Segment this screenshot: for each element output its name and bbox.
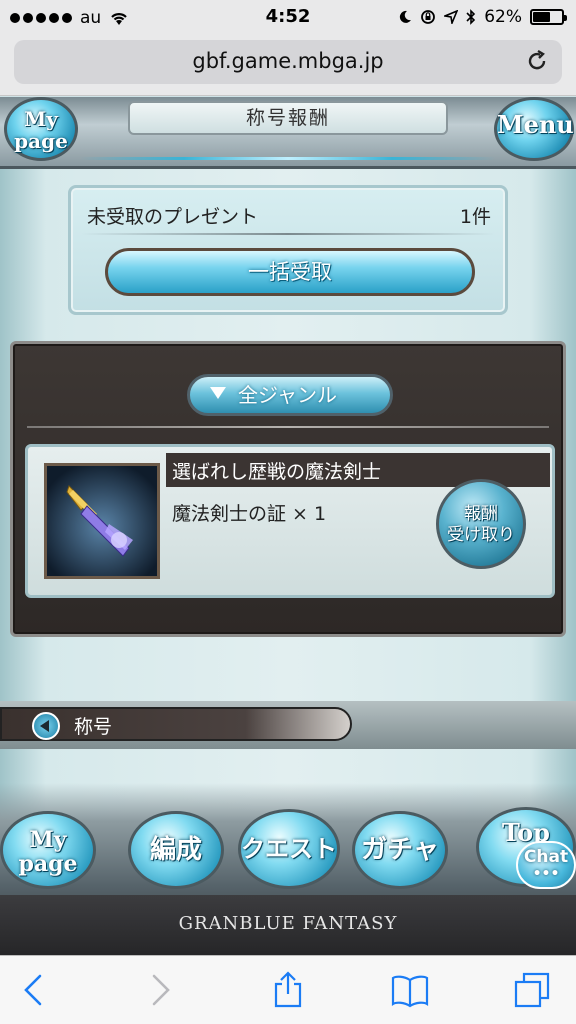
nav-mypage-button[interactable]: My page <box>0 811 96 889</box>
nav-mypage-line2: page <box>18 851 78 877</box>
bluetooth-icon <box>466 9 476 25</box>
back-arrow-icon <box>32 712 60 740</box>
status-bar: au 4:52 62% <box>0 0 576 36</box>
moon-icon <box>400 10 412 23</box>
item-thumbnail <box>44 463 160 579</box>
rotation-lock-icon <box>421 10 436 24</box>
menu-label: Menu <box>497 110 574 139</box>
page-title-plate: 称号報酬 <box>128 101 448 135</box>
genre-filter-label: 全ジャンル <box>238 383 337 407</box>
divider <box>81 233 495 235</box>
unreceived-present-panel: 未受取のプレゼント 1件 一括受取 <box>68 185 508 315</box>
bulk-receive-button[interactable]: 一括受取 <box>105 248 475 296</box>
mypage-label-line2: page <box>14 129 68 153</box>
location-icon <box>444 10 459 24</box>
present-label: 未受取のプレゼント <box>87 206 259 228</box>
magic-sword-icon <box>47 466 157 576</box>
nav-mypage-line1: My <box>29 827 67 853</box>
mypage-label-line1: My <box>24 107 58 131</box>
nav-party-label: 編成 <box>149 835 202 865</box>
reload-icon[interactable] <box>524 48 550 74</box>
menu-button[interactable]: Menu <box>494 97 574 161</box>
share-icon[interactable] <box>268 970 308 1010</box>
chat-dots: ••• <box>532 866 560 882</box>
chat-button[interactable]: Chat ••• <box>516 841 576 889</box>
claim-label-line1: 報酬 <box>464 504 498 524</box>
nav-party-button[interactable]: 編成 <box>128 811 224 889</box>
nav-quest-button[interactable]: クエスト <box>238 809 340 889</box>
nav-gacha-button[interactable]: ガチャ <box>352 811 448 889</box>
bulk-receive-label: 一括受取 <box>248 260 332 284</box>
nav-quest-label: クエスト <box>241 835 337 863</box>
bookmarks-icon[interactable] <box>390 970 430 1010</box>
chat-label: Chat <box>523 847 569 867</box>
game-logo: GRANBLUE FANTASY <box>178 913 398 934</box>
url-bar: gbf.game.mbga.jp <box>0 36 576 96</box>
forward-icon[interactable] <box>140 970 180 1010</box>
nav-gacha-label: ガチャ <box>361 835 439 865</box>
tabs-icon[interactable] <box>512 970 552 1010</box>
status-right: 62% <box>398 7 567 27</box>
claim-reward-button[interactable]: 報酬 受け取り <box>436 479 526 569</box>
item-title: 選ばれし歴戦の魔法剣士 <box>172 461 382 483</box>
battery-icon <box>530 9 567 25</box>
chevron-down-icon <box>210 387 226 399</box>
title-back-button[interactable]: 称号 <box>0 707 352 741</box>
item-description: 魔法剣士の証 × 1 <box>172 503 327 525</box>
url-field[interactable]: gbf.game.mbga.jp <box>14 40 562 84</box>
mypage-button[interactable]: My page <box>4 97 78 161</box>
reward-item: 選ばれし歴戦の魔法剣士 魔法剣士の証 × 1 報酬 受け取り <box>25 444 555 598</box>
reward-list-panel: 全ジャンル 選ばれし歴戦の魔法剣士 魔法剣士の証 × 1 報酬 受け取り <box>10 341 566 637</box>
back-icon[interactable] <box>14 970 54 1010</box>
present-count: 1件 <box>459 206 491 228</box>
game-area: 称号報酬 My page Menu 未受取のプレゼント 1件 一括受取 全ジャン… <box>0 97 576 955</box>
title-back-label: 称号 <box>74 716 113 738</box>
battery-percent: 62% <box>484 7 522 27</box>
browser-toolbar <box>0 955 576 1024</box>
page-title: 称号報酬 <box>245 107 330 129</box>
divider <box>27 426 549 428</box>
claim-label-line2: 受け取り <box>447 525 515 545</box>
header-frame: 称号報酬 <box>0 97 576 169</box>
genre-filter-button[interactable]: 全ジャンル <box>187 374 393 416</box>
url-text: gbf.game.mbga.jp <box>192 49 384 73</box>
